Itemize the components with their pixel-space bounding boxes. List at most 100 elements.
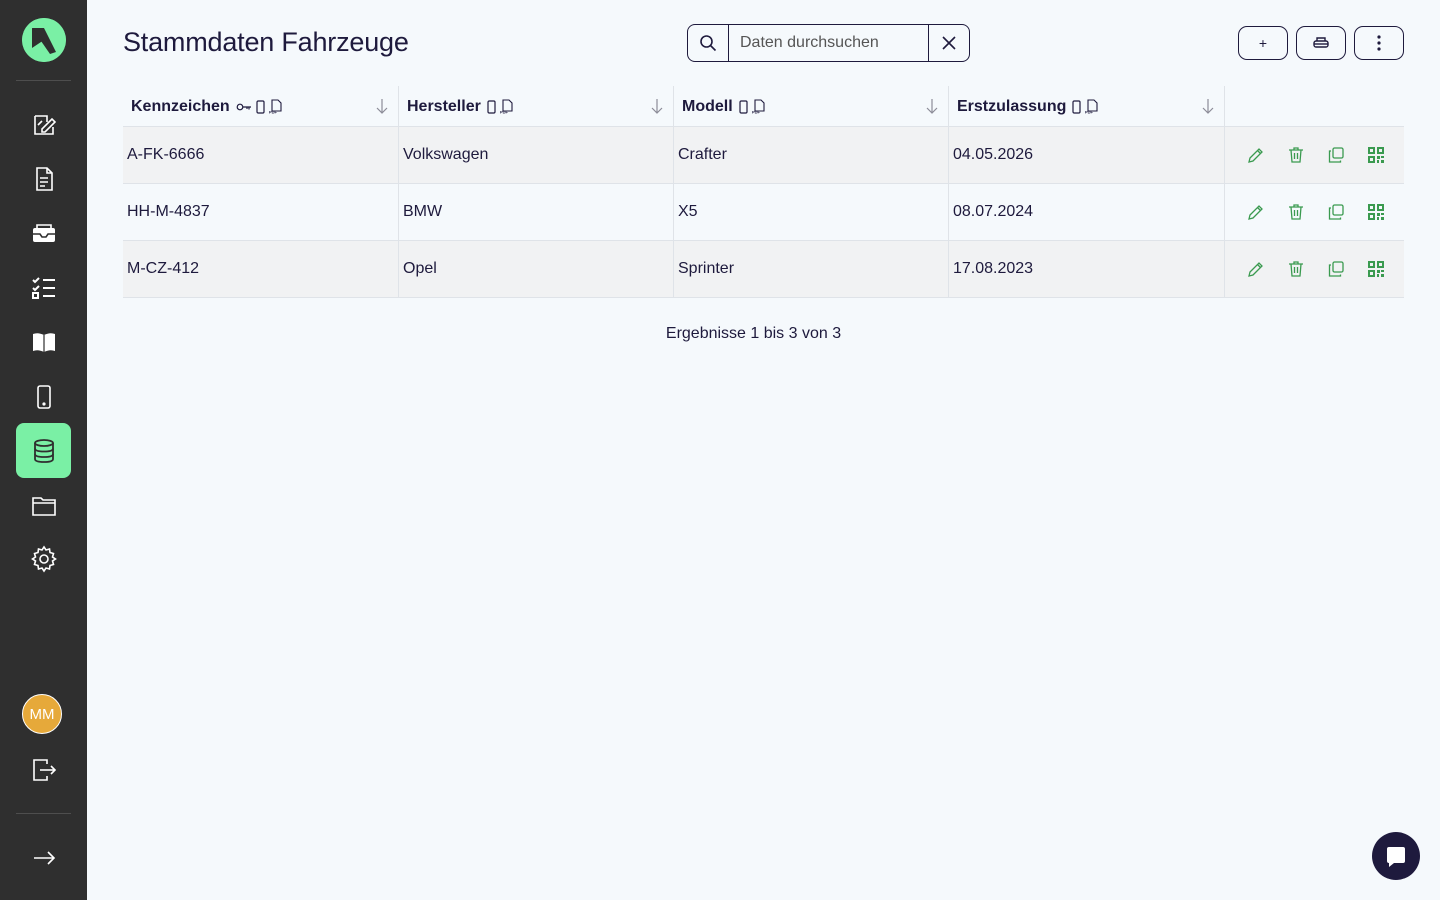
table-row[interactable]: A-FK-6666 Volkswagen Crafter 04.05.2026 xyxy=(123,127,1404,184)
expand-sidebar-button[interactable] xyxy=(16,830,71,885)
mobile-icon xyxy=(1072,99,1081,114)
delete-button[interactable] xyxy=(1286,145,1306,165)
search-box xyxy=(687,24,970,62)
cell-hersteller: BMW xyxy=(399,184,674,240)
document-icon xyxy=(35,166,53,191)
cell-erstzulassung: 04.05.2026 xyxy=(949,127,1225,183)
svg-text:PDF: PDF xyxy=(752,110,761,115)
inbox-icon xyxy=(32,223,55,242)
pdf-icon: PDF xyxy=(752,99,765,115)
copy-icon xyxy=(1328,147,1344,163)
cell-erstzulassung: 17.08.2023 xyxy=(949,241,1225,297)
qr-code-button[interactable] xyxy=(1366,145,1386,165)
chat-icon xyxy=(1387,847,1405,867)
close-icon xyxy=(942,36,956,50)
sidebar-item-forms[interactable] xyxy=(16,97,71,152)
column-label: Erstzulassung xyxy=(957,97,1067,115)
row-actions xyxy=(1225,241,1404,297)
svg-text:PDF: PDF xyxy=(500,110,509,115)
delete-button[interactable] xyxy=(1286,259,1306,279)
edit-button[interactable] xyxy=(1246,259,1266,279)
cell-kennzeichen: A-FK-6666 xyxy=(123,127,399,183)
cell-modell: Crafter xyxy=(674,127,949,183)
sidebar-item-documents[interactable] xyxy=(16,151,71,206)
edit-button[interactable] xyxy=(1246,145,1266,165)
mobile-icon xyxy=(487,99,496,114)
qr-code-icon xyxy=(1368,261,1384,277)
copy-icon xyxy=(1328,261,1344,277)
app-logo[interactable] xyxy=(22,18,66,62)
pdf-icon: PDF xyxy=(1085,99,1098,114)
delete-button[interactable] xyxy=(1286,202,1306,222)
column-header-kennzeichen[interactable]: Kennzeichen PDF xyxy=(123,86,399,127)
vehicles-table: Kennzeichen PDF Hersteller PDF Modell PD… xyxy=(123,86,1404,298)
chat-button[interactable] xyxy=(1372,832,1420,880)
key-icon xyxy=(236,103,251,110)
edit-icon xyxy=(1248,148,1263,163)
mobile-icon xyxy=(739,99,748,114)
edit-button[interactable] xyxy=(1246,202,1266,222)
more-vertical-icon xyxy=(1377,35,1381,51)
clear-search-button[interactable] xyxy=(928,25,969,61)
sidebar-item-checklists[interactable] xyxy=(16,260,71,315)
print-button[interactable] xyxy=(1296,26,1346,60)
qr-code-icon xyxy=(1368,204,1384,220)
column-label: Kennzeichen xyxy=(131,97,230,115)
cell-kennzeichen: HH-M-4837 xyxy=(123,184,399,240)
edit-icon xyxy=(1248,262,1263,277)
add-button[interactable]: + xyxy=(1238,26,1288,60)
column-header-erstzulassung[interactable]: Erstzulassung PDF xyxy=(949,86,1225,127)
checklist-icon xyxy=(31,276,55,299)
pagination-summary: Ergebnisse 1 bis 3 von 3 xyxy=(665,325,842,342)
delete-icon xyxy=(1289,147,1303,163)
table-row[interactable]: M-CZ-412 Opel Sprinter 17.08.2023 xyxy=(123,241,1404,298)
avatar[interactable]: MM xyxy=(22,694,62,734)
cell-kennzeichen: M-CZ-412 xyxy=(123,241,399,297)
column-header-hersteller[interactable]: Hersteller PDF xyxy=(399,86,674,127)
avatar-initials: MM xyxy=(29,705,55,723)
sidebar-item-settings[interactable] xyxy=(16,531,71,586)
sort-down-icon[interactable] xyxy=(1202,98,1214,114)
qr-code-button[interactable] xyxy=(1366,259,1386,279)
sidebar-divider xyxy=(16,80,71,81)
gear-icon xyxy=(30,545,57,572)
column-header-actions xyxy=(1225,86,1404,127)
logout-button[interactable] xyxy=(16,742,71,797)
row-actions xyxy=(1225,184,1404,240)
printer-icon xyxy=(1313,37,1329,48)
cell-erstzulassung: 08.07.2024 xyxy=(949,184,1225,240)
sidebar-item-handbook[interactable] xyxy=(16,314,71,369)
more-button[interactable] xyxy=(1354,26,1404,60)
delete-icon xyxy=(1289,204,1303,220)
edit-form-icon xyxy=(33,114,56,135)
qr-code-button[interactable] xyxy=(1366,202,1386,222)
column-label: Modell xyxy=(682,97,733,115)
mobile-icon xyxy=(36,384,51,409)
search-button[interactable] xyxy=(688,25,729,61)
add-button-label: + xyxy=(1258,35,1268,51)
row-actions xyxy=(1225,127,1404,183)
sidebar-item-master-data[interactable] xyxy=(16,423,71,478)
table-row[interactable]: HH-M-4837 BMW X5 08.07.2024 xyxy=(123,184,1404,241)
folder-icon xyxy=(31,496,56,516)
cell-modell: Sprinter xyxy=(674,241,949,297)
page-title: Stammdaten Fahrzeuge xyxy=(123,27,409,57)
sidebar-item-inbox[interactable] xyxy=(16,206,71,261)
cell-hersteller: Opel xyxy=(399,241,674,297)
column-header-modell[interactable]: Modell PDF xyxy=(674,86,949,127)
copy-button[interactable] xyxy=(1326,145,1346,165)
sidebar-divider-bottom xyxy=(16,813,71,814)
search-input[interactable] xyxy=(729,25,928,61)
column-label: Hersteller xyxy=(407,97,481,115)
sidebar-item-mobile[interactable] xyxy=(16,369,71,424)
search-icon xyxy=(700,35,717,52)
sort-down-icon[interactable] xyxy=(651,98,663,114)
sidebar: MM xyxy=(0,0,87,900)
copy-button[interactable] xyxy=(1326,202,1346,222)
sidebar-item-files[interactable] xyxy=(16,477,71,532)
sort-down-icon[interactable] xyxy=(376,98,388,114)
pdf-icon: PDF xyxy=(269,99,282,114)
sort-down-icon[interactable] xyxy=(926,98,938,114)
qr-code-icon xyxy=(1368,147,1384,163)
copy-button[interactable] xyxy=(1326,259,1346,279)
